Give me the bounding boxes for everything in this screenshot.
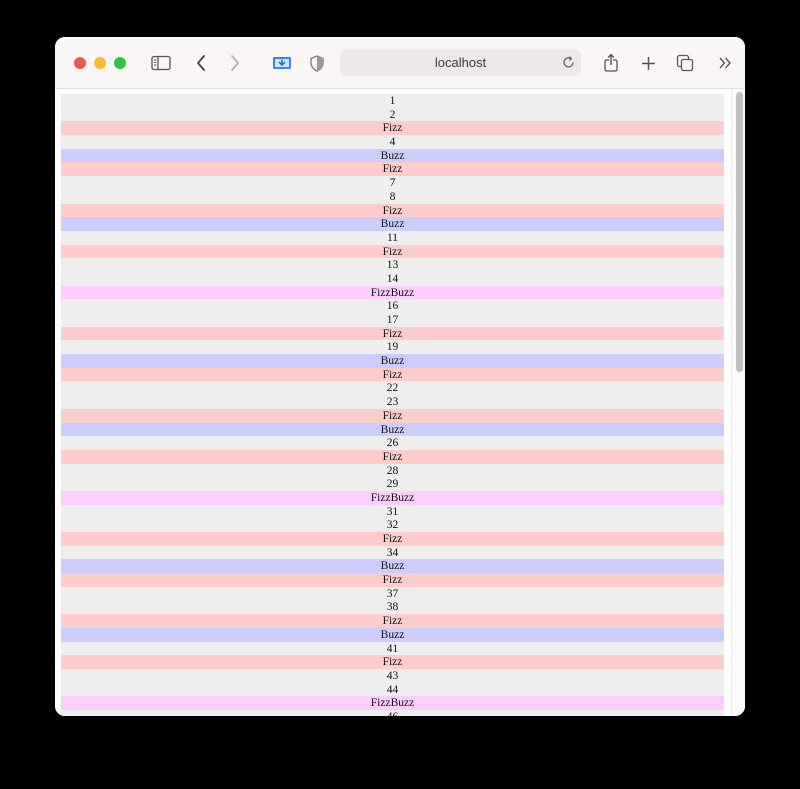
tabs-overview-icon[interactable] bbox=[675, 51, 695, 75]
minimize-window-button[interactable] bbox=[94, 57, 106, 69]
list-item: 41 bbox=[61, 641, 724, 656]
sidebar-icon[interactable] bbox=[150, 51, 172, 75]
chevron-right-icon[interactable] bbox=[227, 51, 243, 75]
list-item: 32 bbox=[61, 518, 724, 532]
list-item: Fizz bbox=[61, 573, 724, 587]
list-item: Buzz bbox=[61, 217, 724, 231]
list-item: 46 bbox=[61, 709, 724, 716]
fizzbuzz-list: 1 2 Fizz 4 Buzz Fizz 7 8 Fizz Buzz 11 Fizz 13 14 FizzB… bbox=[61, 94, 724, 716]
list-item: 28 bbox=[61, 463, 724, 478]
scrollbar-thumb[interactable] bbox=[736, 92, 743, 372]
list-item: 14 bbox=[61, 271, 724, 286]
close-window-button[interactable] bbox=[74, 57, 86, 69]
list-item: 8 bbox=[61, 189, 724, 204]
share-icon[interactable] bbox=[602, 51, 620, 75]
address-text[interactable]: localhost bbox=[340, 49, 581, 76]
list-item: Fizz bbox=[61, 408, 724, 423]
browser-toolbar: localhost bbox=[55, 37, 745, 89]
list-item: Fizz bbox=[61, 532, 724, 546]
browser-window: localhost 1 2 Fizz 4 Buzz Fizz 7 8 Fizz Buzz 11 Fiz… bbox=[55, 37, 745, 716]
list-item: 31 bbox=[61, 504, 724, 519]
list-item: FizzBuzz bbox=[61, 696, 724, 710]
list-item: FizzBuzz bbox=[61, 285, 724, 300]
address-bar[interactable]: localhost bbox=[340, 49, 581, 76]
list-item: 1 bbox=[61, 94, 724, 108]
list-item: Fizz bbox=[61, 244, 724, 259]
list-item: 44 bbox=[61, 682, 724, 697]
list-item: 16 bbox=[61, 299, 724, 313]
list-item: Fizz bbox=[61, 367, 724, 382]
list-item: Buzz bbox=[61, 559, 724, 574]
list-item: 43 bbox=[61, 668, 724, 683]
list-item: 17 bbox=[61, 313, 724, 327]
list-item: Fizz bbox=[61, 655, 724, 669]
double-chevron-right-icon[interactable] bbox=[717, 51, 733, 75]
list-item: Buzz bbox=[61, 627, 724, 642]
chevron-left-icon[interactable] bbox=[193, 51, 209, 75]
shield-icon[interactable] bbox=[309, 51, 325, 75]
list-item: 11 bbox=[61, 230, 724, 245]
list-item: 34 bbox=[61, 545, 724, 560]
list-item: Fizz bbox=[61, 203, 724, 218]
list-item: 7 bbox=[61, 176, 724, 190]
list-item: Fizz bbox=[61, 326, 724, 341]
plus-icon[interactable] bbox=[639, 51, 657, 75]
list-item: 4 bbox=[61, 135, 724, 149]
list-item: Fizz bbox=[61, 121, 724, 136]
reload-icon[interactable] bbox=[561, 55, 576, 70]
list-item: 22 bbox=[61, 381, 724, 396]
list-item: 38 bbox=[61, 600, 724, 615]
list-item: Fizz bbox=[61, 449, 724, 464]
list-item: 23 bbox=[61, 395, 724, 409]
list-item: 19 bbox=[61, 340, 724, 355]
list-item: 2 bbox=[61, 107, 724, 122]
list-item: 29 bbox=[61, 477, 724, 491]
list-item: Fizz bbox=[61, 614, 724, 628]
page-content: 1 2 Fizz 4 Buzz Fizz 7 8 Fizz Buzz 11 Fizz 13 14 FizzB… bbox=[55, 89, 745, 716]
list-item: Buzz bbox=[61, 354, 724, 368]
download-extension-icon[interactable] bbox=[272, 51, 292, 75]
vertical-scrollbar[interactable] bbox=[731, 89, 745, 716]
zoom-window-button[interactable] bbox=[114, 57, 126, 69]
list-item: 13 bbox=[61, 258, 724, 272]
list-item: FizzBuzz bbox=[61, 490, 724, 505]
list-item: 26 bbox=[61, 436, 724, 450]
list-item: Fizz bbox=[61, 162, 724, 177]
list-item: 37 bbox=[61, 586, 724, 601]
list-item: Buzz bbox=[61, 422, 724, 437]
list-item: Buzz bbox=[61, 148, 724, 163]
